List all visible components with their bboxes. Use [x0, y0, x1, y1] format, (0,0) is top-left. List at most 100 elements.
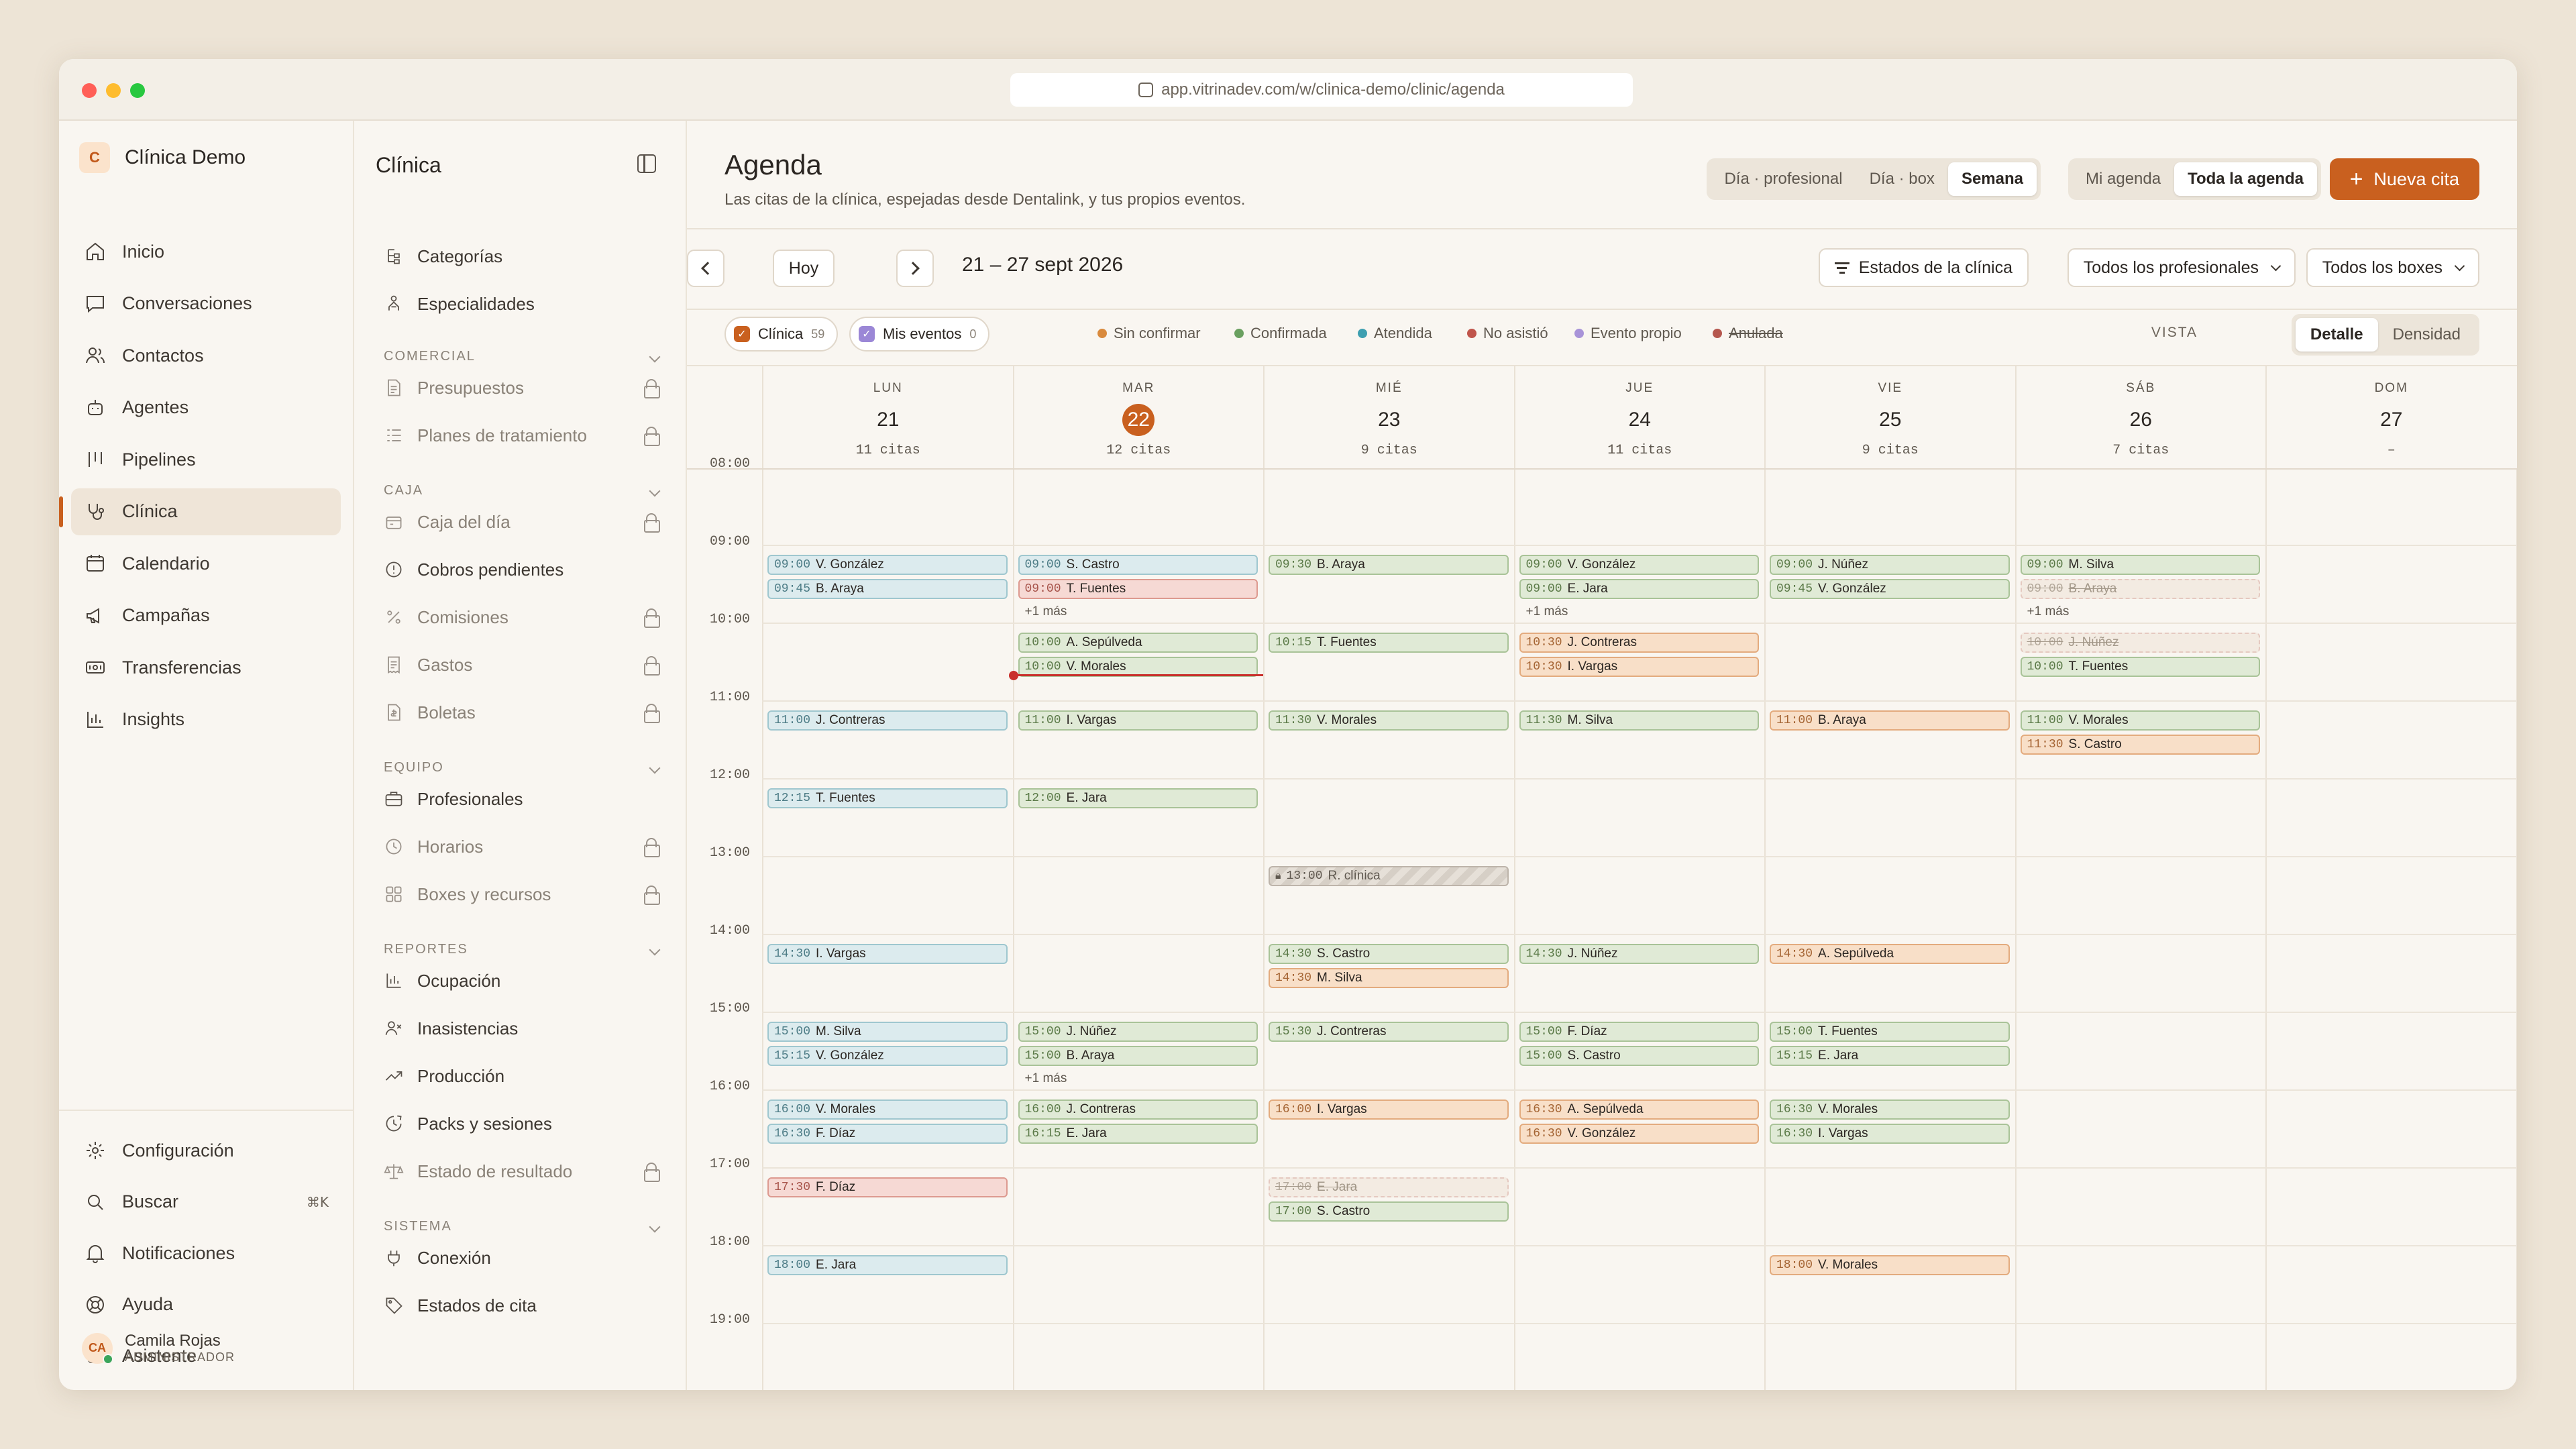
- nav-item-buscar[interactable]: Buscar ⌘K: [71, 1179, 341, 1226]
- appointment-v-morales[interactable]: 16:00 V. Morales: [767, 1099, 1008, 1120]
- appointment-a-sepulveda[interactable]: 10:00 A. Sepúlveda: [1018, 633, 1258, 653]
- subnav-item-packs-y-sesiones[interactable]: Packs y sesiones: [384, 1105, 659, 1142]
- close-window-button[interactable]: [82, 83, 97, 98]
- appointment-i-vargas[interactable]: 14:30 I. Vargas: [767, 944, 1008, 964]
- density-option-detalle[interactable]: Detalle: [2295, 318, 2378, 352]
- appointment-b-araya[interactable]: 11:00 B. Araya: [1770, 710, 2010, 731]
- appointment-r-clinica[interactable]: 🔒︎ 13:00 R. clínica: [1269, 866, 1509, 886]
- nav-item-campanas[interactable]: Campañas: [71, 592, 341, 639]
- subnav-item-estados-de-cita[interactable]: Estados de cita: [384, 1287, 659, 1324]
- appointment-m-silva[interactable]: 14:30 M. Silva: [1269, 968, 1509, 988]
- appointment-j-contreras[interactable]: 10:30 J. Contreras: [1519, 633, 1759, 653]
- nav-item-clinica[interactable]: Clínica: [59, 488, 341, 535]
- day-header-mie[interactable]: MIÉ 23 9 citas: [1263, 366, 1514, 468]
- source-chip-clinica[interactable]: ✓ Clínica 59: [724, 317, 839, 352]
- appointment-v-gonzalez[interactable]: 15:15 V. González: [767, 1046, 1008, 1066]
- appointment-j-contreras[interactable]: 15:30 J. Contreras: [1269, 1022, 1509, 1042]
- scope-option-mi-agenda[interactable]: Mi agenda: [2072, 162, 2174, 196]
- day-header-vie[interactable]: VIE 25 9 citas: [1764, 366, 2015, 468]
- appointment-v-gonzalez[interactable]: 09:45 V. González: [1770, 579, 2010, 599]
- new-appointment-button[interactable]: + Nueva cita: [2329, 158, 2479, 200]
- subnav-item-profesionales[interactable]: Profesionales: [384, 780, 659, 818]
- scope-option-toda-la-agenda[interactable]: Toda la agenda: [2174, 162, 2317, 196]
- subnav-item-presupuestos[interactable]: Presupuestos: [384, 369, 660, 407]
- today-button[interactable]: Hoy: [773, 250, 835, 287]
- more-appointments-link[interactable]: +1 más: [1526, 604, 1568, 619]
- day-header-mar[interactable]: MAR 22 12 citas: [1012, 366, 1264, 468]
- appointment-i-vargas[interactable]: 16:00 I. Vargas: [1269, 1099, 1509, 1120]
- nav-item-conversaciones[interactable]: Conversaciones: [71, 280, 341, 327]
- more-appointments-link[interactable]: +1 más: [1025, 1071, 1067, 1086]
- section-header-equipo[interactable]: EQUIPO: [384, 760, 661, 775]
- appointment-t-fuentes[interactable]: 12:15 T. Fuentes: [767, 788, 1008, 808]
- subnav-item-conexion[interactable]: Conexión: [384, 1239, 659, 1277]
- clinic-states-button[interactable]: Estados de la clínica: [1818, 248, 2029, 287]
- subnav-item-comisiones[interactable]: Comisiones: [384, 598, 660, 636]
- appointment-e-jara[interactable]: 18:00 E. Jara: [767, 1255, 1008, 1275]
- subnav-item-inasistencias[interactable]: Inasistencias: [384, 1010, 659, 1047]
- nav-item-contactos[interactable]: Contactos: [71, 332, 341, 379]
- more-appointments-link[interactable]: +1 más: [2027, 604, 2070, 619]
- appointment-b-araya[interactable]: 09:00 B. Araya: [2020, 579, 2260, 599]
- appointment-s-castro[interactable]: 15:00 S. Castro: [1519, 1046, 1759, 1066]
- more-appointments-link[interactable]: +1 más: [1025, 604, 1067, 619]
- appointment-i-vargas[interactable]: 16:30 I. Vargas: [1770, 1124, 2010, 1144]
- appointment-j-nunez[interactable]: 10:00 J. Núñez: [2020, 633, 2260, 653]
- appointment-j-nunez[interactable]: 15:00 J. Núñez: [1018, 1022, 1258, 1042]
- appointment-t-fuentes[interactable]: 09:00 T. Fuentes: [1018, 579, 1258, 599]
- user-menu[interactable]: CA Camila Rojas ADMINISTRADOR: [82, 1332, 235, 1364]
- appointment-b-araya[interactable]: 09:30 B. Araya: [1269, 555, 1509, 575]
- subnav-item-planes-de-tratamiento[interactable]: Planes de tratamiento: [384, 417, 660, 454]
- view-option-dia-box[interactable]: Día · box: [1856, 162, 1948, 196]
- subnav-item-produccion[interactable]: Producción: [384, 1057, 659, 1095]
- day-header-dom[interactable]: DOM 27 –: [2265, 366, 2516, 468]
- subnav-item-gastos[interactable]: Gastos: [384, 646, 660, 684]
- nav-item-transferencias[interactable]: Transferencias: [71, 644, 341, 691]
- nav-item-configuracion[interactable]: Configuración: [71, 1127, 341, 1174]
- address-bar[interactable]: app.vitrinadev.com/w/clinica-demo/clinic…: [1010, 73, 1633, 107]
- subnav-item-boletas[interactable]: Boletas: [384, 694, 660, 731]
- appointment-s-castro[interactable]: 09:00 S. Castro: [1018, 555, 1258, 575]
- appointment-v-morales[interactable]: 18:00 V. Morales: [1770, 1255, 2010, 1275]
- appointment-v-gonzalez[interactable]: 09:00 V. González: [1519, 555, 1759, 575]
- nav-item-inicio[interactable]: Inicio: [71, 228, 341, 275]
- appointment-b-araya[interactable]: 09:45 B. Araya: [767, 579, 1008, 599]
- appointment-m-silva[interactable]: 11:30 M. Silva: [1519, 710, 1759, 731]
- appointment-e-jara[interactable]: 16:15 E. Jara: [1018, 1124, 1258, 1144]
- appointment-s-castro[interactable]: 17:00 S. Castro: [1269, 1201, 1509, 1222]
- nav-item-agentes[interactable]: Agentes: [71, 384, 341, 431]
- section-header-caja[interactable]: CAJA: [384, 483, 661, 498]
- appointment-a-sepulveda[interactable]: 14:30 A. Sepúlveda: [1770, 944, 2010, 964]
- next-week-button[interactable]: [896, 250, 934, 287]
- appointment-e-jara[interactable]: 12:00 E. Jara: [1018, 788, 1258, 808]
- nav-item-pipelines[interactable]: Pipelines: [71, 436, 341, 483]
- subnav-item-horarios[interactable]: Horarios: [384, 828, 660, 865]
- subnav-item-caja-del-dia[interactable]: Caja del día: [384, 503, 660, 541]
- appointment-f-diaz[interactable]: 15:00 F. Díaz: [1519, 1022, 1759, 1042]
- appointment-v-morales[interactable]: 16:30 V. Morales: [1770, 1099, 2010, 1120]
- appointment-e-jara[interactable]: 15:15 E. Jara: [1770, 1046, 2010, 1066]
- subnav-item-boxes-y-recursos[interactable]: Boxes y recursos: [384, 875, 660, 913]
- view-option-semana[interactable]: Semana: [1947, 162, 2037, 196]
- section-header-reportes[interactable]: REPORTES: [384, 942, 661, 957]
- day-header-sab[interactable]: SÁB 26 7 citas: [2015, 366, 2266, 468]
- appointment-j-contreras[interactable]: 11:00 J. Contreras: [767, 710, 1008, 731]
- minimize-window-button[interactable]: [106, 83, 121, 98]
- appointment-s-castro[interactable]: 11:30 S. Castro: [2020, 735, 2260, 755]
- workspace-switcher[interactable]: C Clínica Demo: [79, 142, 246, 173]
- subnav-item-categorias[interactable]: Categorías: [384, 237, 659, 275]
- nav-item-ayuda[interactable]: Ayuda: [71, 1281, 341, 1328]
- appointment-j-nunez[interactable]: 14:30 J. Núñez: [1519, 944, 1759, 964]
- nav-item-calendario[interactable]: Calendario: [71, 540, 341, 587]
- appointment-v-morales[interactable]: 11:00 V. Morales: [2020, 710, 2260, 731]
- source-chip-mis-eventos[interactable]: ✓ Mis eventos 0: [849, 317, 990, 352]
- appointment-s-castro[interactable]: 14:30 S. Castro: [1269, 944, 1509, 964]
- day-header-jue[interactable]: JUE 24 11 citas: [1513, 366, 1765, 468]
- appointment-f-diaz[interactable]: 16:30 F. Díaz: [767, 1124, 1008, 1144]
- boxes-select[interactable]: Todos los boxes: [2306, 248, 2479, 287]
- appointment-m-silva[interactable]: 09:00 M. Silva: [2020, 555, 2260, 575]
- appointment-e-jara[interactable]: 09:00 E. Jara: [1519, 579, 1759, 599]
- subnav-item-especialidades[interactable]: Especialidades: [384, 285, 659, 323]
- appointment-j-nunez[interactable]: 09:00 J. Núñez: [1770, 555, 2010, 575]
- appointment-i-vargas[interactable]: 11:00 I. Vargas: [1018, 710, 1258, 731]
